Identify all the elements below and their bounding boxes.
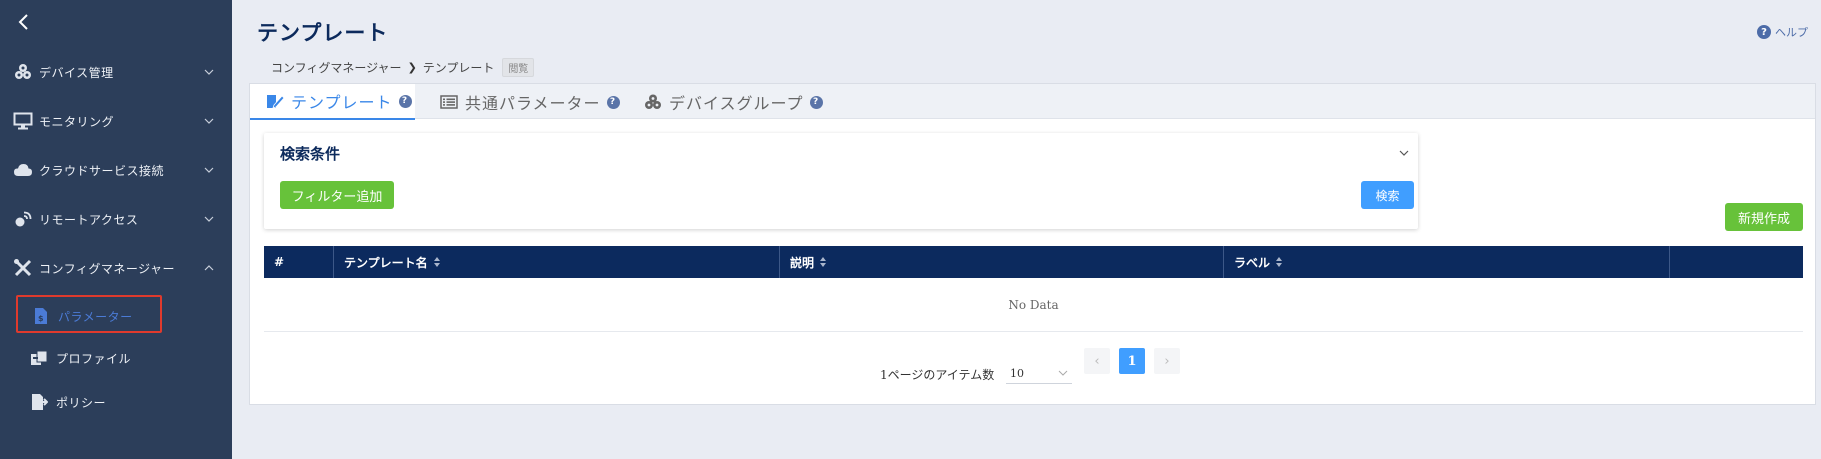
chevron-left-icon (18, 14, 28, 30)
column-header-description[interactable]: 説明 (780, 246, 1224, 278)
column-header-label: テンプレート名 (344, 255, 428, 270)
create-new-button[interactable]: 新規作成 (1725, 203, 1803, 231)
sidebar-subitem-profile[interactable]: プロファイル (16, 339, 162, 377)
column-header-index: # (264, 246, 334, 278)
sidebar: デバイス管理 モニタリング クラウドサービス接続 リモートアクセス コンフィグマ… (0, 0, 232, 459)
sidebar-item-label: コンフィグマネージャー (39, 261, 176, 276)
empty-state-text: No Data (264, 278, 1803, 332)
device-group-icon (645, 94, 661, 109)
prev-page-button[interactable]: ‹ (1084, 348, 1110, 374)
sidebar-subitem-label: パラメーター (58, 310, 133, 324)
tab-common-parameters[interactable]: 共通パラメーター ? (440, 84, 620, 120)
chevron-down-icon (1058, 370, 1068, 376)
sidebar-item-label: クラウドサービス接続 (39, 163, 165, 178)
svg-text:$: $ (38, 314, 44, 323)
tab-label: デバイスグループ (669, 94, 804, 113)
items-per-page-label: 1ページのアイテム数 (880, 368, 995, 382)
tab-template[interactable]: テンプレート ? (250, 84, 415, 120)
add-filter-button[interactable]: フィルター追加 (280, 181, 394, 209)
page-size-select[interactable]: 10 (1006, 360, 1072, 384)
column-header-label: ラベル (1234, 255, 1271, 270)
breadcrumb: コンフィグマネージャー ❯ テンプレート 閲覧 (271, 58, 535, 77)
parameter-icon: $ (35, 308, 47, 324)
tab-label: 共通パラメーター (465, 94, 601, 113)
column-header-template-name[interactable]: テンプレート名 (334, 246, 780, 278)
sidebar-item-label: リモートアクセス (39, 212, 139, 227)
sidebar-item-label: デバイス管理 (39, 65, 114, 80)
edit-document-icon (267, 95, 284, 109)
chevron-down-icon (204, 216, 214, 222)
sidebar-subitem-label: プロファイル (56, 352, 132, 366)
tab-device-group[interactable]: デバイスグループ ? (644, 84, 823, 120)
help-link[interactable]: ? ヘルプ (1757, 24, 1808, 40)
breadcrumb-separator-icon: ❯ (407, 61, 417, 74)
tab-bar: テンプレート ? 共通パラメーター ? デバイスグループ ? (250, 84, 1815, 120)
column-header-label-col[interactable]: ラベル (1224, 246, 1670, 278)
search-button[interactable]: 検索 (1361, 181, 1414, 209)
chevron-down-icon[interactable] (1398, 147, 1410, 159)
cloud-icon (14, 164, 32, 176)
chevron-down-icon (204, 69, 214, 75)
column-header-label: 説明 (790, 255, 815, 270)
sidebar-item-config-manager[interactable]: コンフィグマネージャー (0, 248, 232, 288)
column-header-actions (1670, 246, 1803, 278)
page-button-current[interactable]: 1 (1119, 348, 1145, 374)
sort-icon[interactable] (819, 256, 827, 268)
templates-table: # テンプレート名 説明 ラベル No Data (264, 246, 1803, 332)
question-icon[interactable]: ? (606, 95, 620, 109)
sidebar-subitem-policy[interactable]: ポリシー (16, 383, 162, 421)
search-conditions-title: 検索条件 (280, 145, 341, 163)
sidebar-item-label: モニタリング (39, 114, 115, 129)
sidebar-subitem-label: ポリシー (56, 396, 107, 410)
column-header-label: # (274, 255, 285, 269)
remote-access-icon (15, 211, 32, 227)
sidebar-item-remote-access[interactable]: リモートアクセス (0, 199, 232, 239)
content-panel: テンプレート ? 共通パラメーター ? デバイスグループ ? 検索条件 フィルタ… (249, 83, 1816, 405)
page-size-value: 10 (1010, 367, 1024, 380)
next-page-button[interactable]: › (1154, 348, 1180, 374)
chevron-down-icon (204, 167, 214, 173)
monitor-icon (13, 112, 33, 130)
list-icon (440, 95, 458, 109)
sidebar-item-device-management[interactable]: デバイス管理 (0, 52, 232, 92)
sort-icon[interactable] (1275, 256, 1283, 268)
page-title: テンプレート (257, 20, 389, 45)
breadcrumb-item[interactable]: コンフィグマネージャー (271, 59, 402, 76)
devices-icon (15, 64, 31, 79)
back-button[interactable] (14, 12, 34, 32)
mode-badge: 閲覧 (502, 58, 535, 77)
tab-label: テンプレート (291, 93, 393, 112)
policy-icon (32, 394, 48, 410)
help-label: ヘルプ (1775, 26, 1808, 39)
breadcrumb-item-current: テンプレート (422, 61, 495, 75)
question-icon[interactable]: ? (398, 94, 412, 108)
tools-icon (14, 259, 32, 277)
table-header: # テンプレート名 説明 ラベル (264, 246, 1803, 278)
sidebar-item-monitoring[interactable]: モニタリング (0, 101, 232, 141)
profile-icon (31, 350, 48, 365)
sort-icon[interactable] (433, 256, 441, 268)
chevron-up-icon (204, 265, 214, 271)
question-icon: ? (1757, 25, 1771, 39)
sidebar-item-cloud-service[interactable]: クラウドサービス接続 (0, 150, 232, 190)
search-conditions-card: 検索条件 フィルター追加 検索 (264, 133, 1418, 229)
sidebar-subitem-parameter[interactable]: $ パラメーター (16, 295, 162, 333)
question-icon[interactable]: ? (809, 95, 823, 109)
chevron-down-icon (204, 118, 214, 124)
